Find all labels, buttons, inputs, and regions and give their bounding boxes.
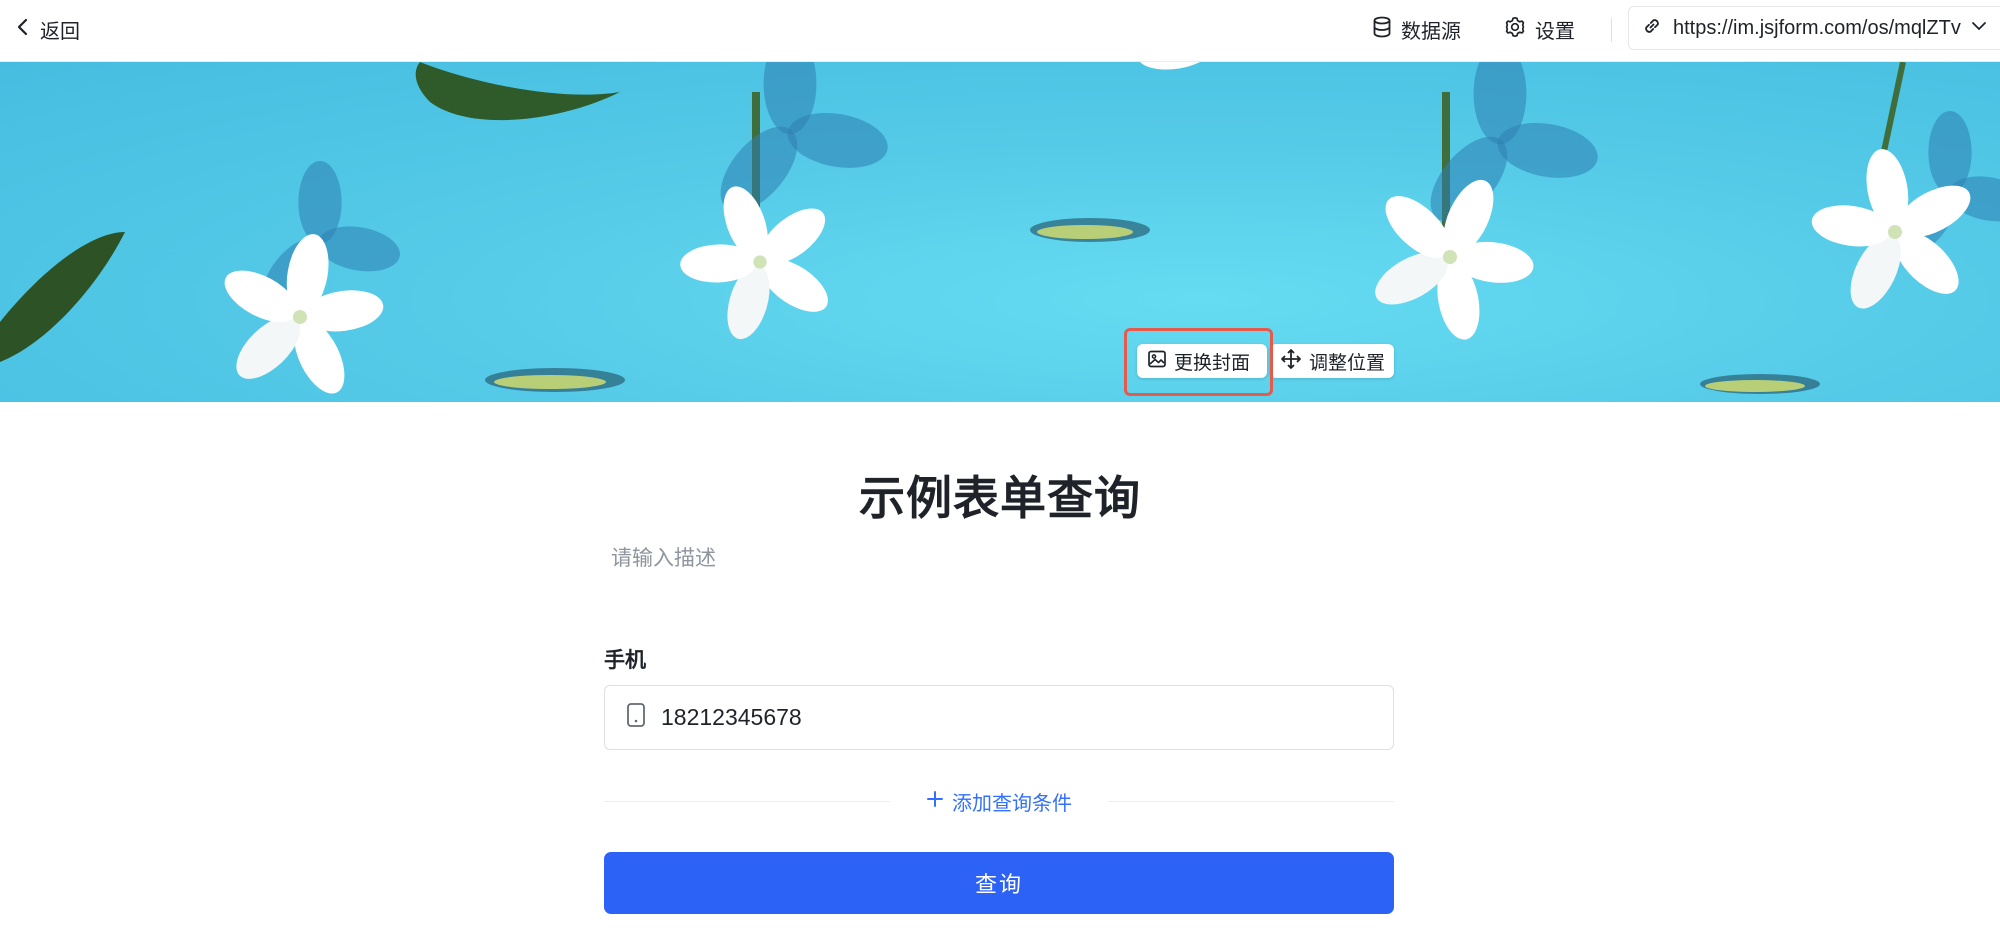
image-icon [1147,349,1167,374]
back-label: 返回 [40,20,80,43]
chevron-left-icon [16,17,30,42]
form-description[interactable]: 请输入描述 [611,542,716,572]
datasource-label: 数据源 [1401,20,1461,43]
adjust-position-label: 调整位置 [1309,352,1386,374]
share-url: https://im.jsjform.com/os/mqlZTv [1673,16,1961,39]
datasource-button[interactable]: 数据源 [1372,14,1461,44]
flower-pattern [0,62,2000,402]
change-cover-label: 更换封面 [1174,352,1251,374]
form-title[interactable]: 示例表单查询 [0,462,2000,528]
add-condition-button[interactable]: 添加查询条件 [926,786,1072,816]
settings-label: 设置 [1535,20,1575,43]
phone-input[interactable]: 18212345678 [604,685,1394,750]
change-cover-button[interactable]: 更换封面 [1137,344,1267,378]
query-button[interactable]: 查询 [604,852,1394,914]
back-button[interactable]: 返回 [16,14,80,44]
chevron-down-icon [1971,19,1987,37]
add-condition-row: 添加查询条件 [604,786,1394,816]
divider-left [604,801,890,802]
query-button-label: 查询 [974,872,1023,897]
database-icon [1372,16,1392,43]
cover-image [0,62,2000,402]
field-label-phone: 手机 [604,649,646,672]
divider [1611,18,1612,42]
share-url-dropdown[interactable]: https://im.jsjform.com/os/mqlZTv [1628,6,2000,50]
divider-right [1108,801,1394,802]
add-condition-label: 添加查询条件 [952,792,1072,815]
link-icon [1641,15,1663,42]
phone-value: 18212345678 [661,704,802,730]
move-icon [1280,348,1302,375]
plus-icon [926,790,944,813]
phone-icon [625,702,647,733]
gear-icon [1504,16,1526,43]
top-bar: 返回 数据源 设置 https://im.jsjform.com/os/mqlZ… [0,0,2000,62]
settings-button[interactable]: 设置 [1504,14,1575,44]
adjust-position-button[interactable]: 调整位置 [1270,344,1394,378]
